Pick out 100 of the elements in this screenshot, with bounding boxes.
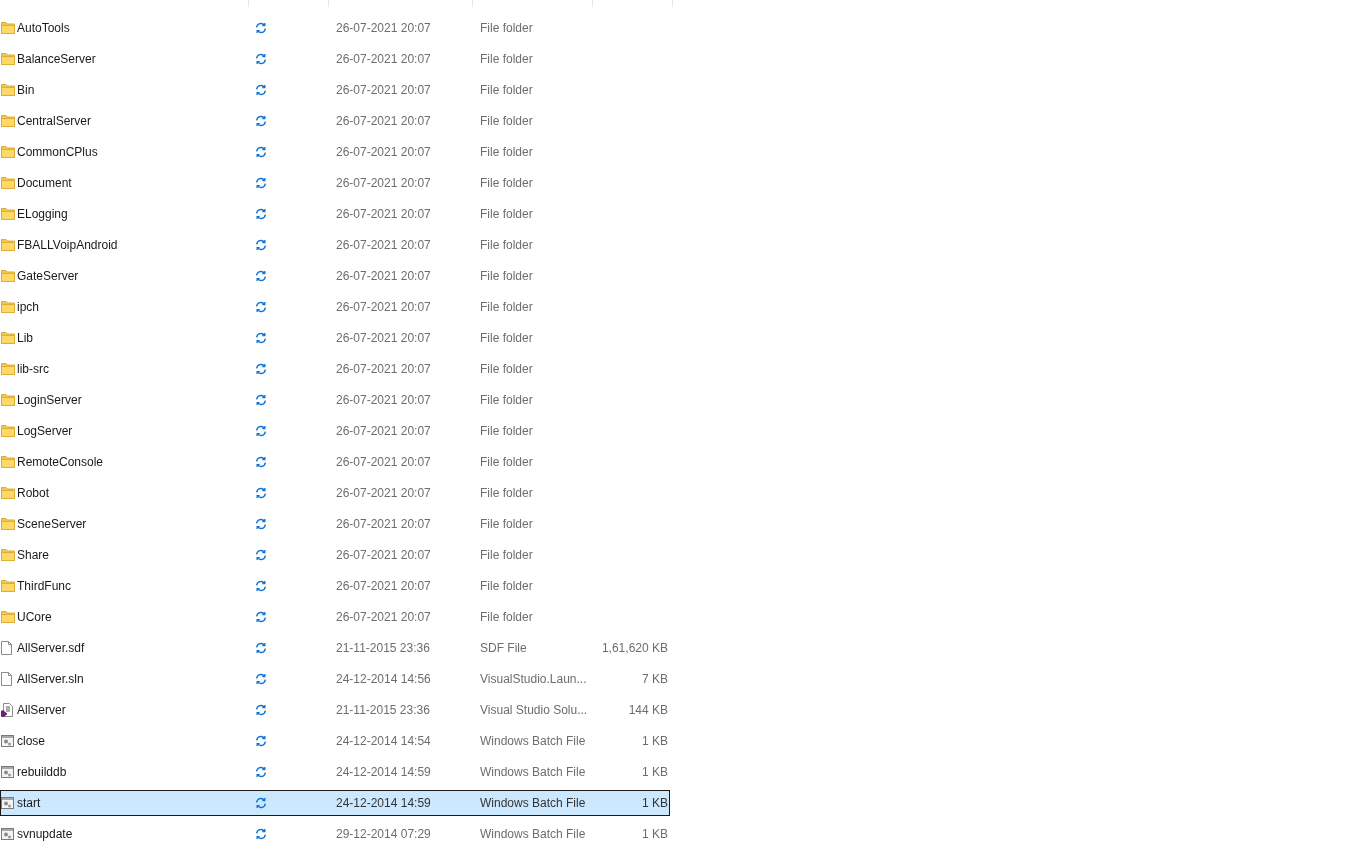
file-name: AutoTools <box>17 21 70 35</box>
date-modified: 26-07-2021 20:07 <box>335 486 431 500</box>
date-modified: 26-07-2021 20:07 <box>335 362 431 376</box>
folder-icon <box>1 425 15 437</box>
file-row[interactable]: start 24-12-2014 14:59 Windows Batch File 1 KB <box>0 790 670 816</box>
file-row[interactable]: CommonCPlus 26-07-2021 20:07 File folder <box>0 139 670 165</box>
date-modified: 24-12-2014 14:59 <box>335 796 431 810</box>
date-modified: 26-07-2021 20:07 <box>335 579 431 593</box>
file-row[interactable]: Robot 26-07-2021 20:07 File folder <box>0 480 670 506</box>
file-type: Windows Batch File <box>479 765 586 779</box>
file-row[interactable]: GateServer 26-07-2021 20:07 File folder <box>0 263 670 289</box>
file-type: File folder <box>479 21 533 35</box>
file-name: AllServer.sln <box>17 672 84 686</box>
file-row[interactable]: Share 26-07-2021 20:07 File folder <box>0 542 670 568</box>
date-modified: 24-12-2014 14:59 <box>335 765 431 779</box>
file-row[interactable]: AllServer.sln 24-12-2014 14:56 VisualStudio.Laun... 7 KB <box>0 666 670 692</box>
file-row[interactable]: AutoTools 26-07-2021 20:07 File folder <box>0 15 670 41</box>
sync-icon <box>255 766 267 778</box>
file-row[interactable]: ELogging 26-07-2021 20:07 File folder <box>0 201 670 227</box>
date-modified: 21-11-2015 23:36 <box>335 641 430 655</box>
file-name: Robot <box>17 486 50 500</box>
file-name: FBALLVoipAndroid <box>17 238 118 252</box>
file-type: File folder <box>479 393 533 407</box>
sync-icon <box>255 270 267 282</box>
sync-icon <box>255 22 267 34</box>
date-modified: 26-07-2021 20:07 <box>335 145 431 159</box>
file-name: LogServer <box>17 424 73 438</box>
file-type: File folder <box>479 424 533 438</box>
sync-icon <box>255 363 267 375</box>
file-row[interactable]: svnupdate 29-12-2014 07:29 Windows Batch File 1 KB <box>0 821 670 847</box>
file-row[interactable]: SceneServer 26-07-2021 20:07 File folder <box>0 511 670 537</box>
folder-icon <box>1 580 15 592</box>
folder-icon <box>1 53 15 65</box>
folder-icon <box>1 22 15 34</box>
file-name: Lib <box>17 331 33 345</box>
file-row[interactable]: FBALLVoipAndroid 26-07-2021 20:07 File folder <box>0 232 670 258</box>
file-name: SceneServer <box>17 517 87 531</box>
sync-icon <box>255 425 267 437</box>
file-row[interactable]: Bin 26-07-2021 20:07 File folder <box>0 77 670 103</box>
file-type: File folder <box>479 579 533 593</box>
file-row[interactable]: Document 26-07-2021 20:07 File folder <box>0 170 670 196</box>
date-modified: 26-07-2021 20:07 <box>335 393 431 407</box>
file-row[interactable]: lib-src 26-07-2021 20:07 File folder <box>0 356 670 382</box>
sync-icon <box>255 828 267 840</box>
file-name: rebuilddb <box>17 765 67 779</box>
file-name: CentralServer <box>17 114 92 128</box>
sync-icon <box>255 580 267 592</box>
date-modified: 26-07-2021 20:07 <box>335 548 431 562</box>
file-name: ipch <box>17 300 39 314</box>
date-modified: 26-07-2021 20:07 <box>335 269 431 283</box>
folder-icon <box>1 115 15 127</box>
folder-icon <box>1 518 15 530</box>
file-name: Document <box>17 176 72 190</box>
file-name: lib-src <box>17 362 49 376</box>
sync-icon <box>255 115 267 127</box>
sync-icon <box>255 208 267 220</box>
file-row[interactable]: CentralServer 26-07-2021 20:07 File folder <box>0 108 670 134</box>
file-size: 7 KB <box>642 672 669 686</box>
sync-icon <box>255 704 267 716</box>
date-modified: 26-07-2021 20:07 <box>335 114 431 128</box>
folder-icon <box>1 301 15 313</box>
file-row[interactable]: ThirdFunc 26-07-2021 20:07 File folder <box>0 573 670 599</box>
sync-icon <box>255 456 267 468</box>
sync-icon <box>255 549 267 561</box>
file-type: Windows Batch File <box>479 827 586 841</box>
sync-icon <box>255 518 267 530</box>
folder-icon <box>1 394 15 406</box>
file-type: File folder <box>479 176 533 190</box>
sync-icon <box>255 84 267 96</box>
date-modified: 26-07-2021 20:07 <box>335 331 431 345</box>
file-type: Windows Batch File <box>479 796 586 810</box>
file-type: File folder <box>479 114 533 128</box>
file-row[interactable]: ipch 26-07-2021 20:07 File folder <box>0 294 670 320</box>
date-modified: 26-07-2021 20:07 <box>335 610 431 624</box>
date-modified: 26-07-2021 20:07 <box>335 455 431 469</box>
file-row[interactable]: rebuilddb 24-12-2014 14:59 Windows Batch File 1 KB <box>0 759 670 785</box>
file-size: 1,61,620 KB <box>601 641 669 655</box>
file-type: File folder <box>479 486 533 500</box>
date-modified: 24-12-2014 14:56 <box>335 672 431 686</box>
sync-icon <box>255 642 267 654</box>
date-modified: 26-07-2021 20:07 <box>335 52 431 66</box>
file-row[interactable]: BalanceServer 26-07-2021 20:07 File folder <box>0 46 670 72</box>
file-row[interactable]: Lib 26-07-2021 20:07 File folder <box>0 325 670 351</box>
folder-icon <box>1 270 15 282</box>
file-type: File folder <box>479 362 533 376</box>
file-row[interactable]: LogServer 26-07-2021 20:07 File folder <box>0 418 670 444</box>
folder-icon <box>1 177 15 189</box>
file-type: File folder <box>479 610 533 624</box>
date-modified: 26-07-2021 20:07 <box>335 517 431 531</box>
file-row[interactable]: RemoteConsole 26-07-2021 20:07 File folder <box>0 449 670 475</box>
file-row[interactable]: AllServer.sdf 21-11-2015 23:36 SDF File 1,61,620 KB <box>0 635 670 661</box>
file-row[interactable]: AllServer 21-11-2015 23:36 Visual Studio Solu... 144 KB <box>0 697 670 723</box>
file-row[interactable]: UCore 26-07-2021 20:07 File folder <box>0 604 670 630</box>
file-type: File folder <box>479 145 533 159</box>
file-type: SDF File <box>479 641 527 655</box>
date-modified: 26-07-2021 20:07 <box>335 207 431 221</box>
file-row[interactable]: close 24-12-2014 14:54 Windows Batch File 1 KB <box>0 728 670 754</box>
file-row[interactable]: LoginServer 26-07-2021 20:07 File folder <box>0 387 670 413</box>
date-modified: 26-07-2021 20:07 <box>335 300 431 314</box>
file-type: File folder <box>479 207 533 221</box>
